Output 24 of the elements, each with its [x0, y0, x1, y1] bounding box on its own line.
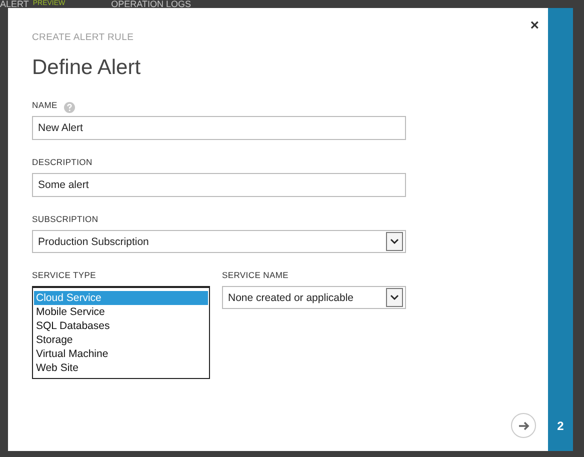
caret-icon [386, 288, 403, 307]
nav-tab[interactable]: ALERT [0, 0, 29, 8]
dialog-subtitle: CREATE ALERT RULE [32, 32, 135, 44]
list-option[interactable]: Storage [34, 333, 208, 347]
next-button[interactable] [511, 413, 536, 438]
step-number: 2 [557, 419, 564, 433]
dialog-title: Define Alert [32, 55, 142, 81]
list-option[interactable]: Web Site [34, 361, 208, 375]
list-option[interactable]: SQL Databases [34, 319, 208, 333]
field-label: NAME [32, 100, 58, 110]
field-label: SERVICE NAME [222, 270, 288, 280]
field-label: SERVICE TYPE [32, 269, 97, 281]
field-label: SUBSCRIPTION [32, 214, 98, 224]
dropdown-field[interactable]: Production Subscription [32, 230, 406, 253]
list-option[interactable]: Virtual Machine [34, 347, 208, 361]
arrow-right-icon [518, 420, 530, 430]
dropdown-field[interactable]: None created or applicable [222, 286, 406, 309]
text-input[interactable]: Some alert [32, 173, 406, 197]
nav-tab[interactable]: OPERATION LOGS [111, 0, 192, 8]
caret-icon [386, 232, 403, 251]
field-label: DESCRIPTION [32, 157, 92, 167]
list-option[interactable]: Mobile Service [34, 305, 208, 319]
close-button[interactable]: × [527, 18, 542, 34]
text-input[interactable]: New Alert [32, 116, 406, 140]
